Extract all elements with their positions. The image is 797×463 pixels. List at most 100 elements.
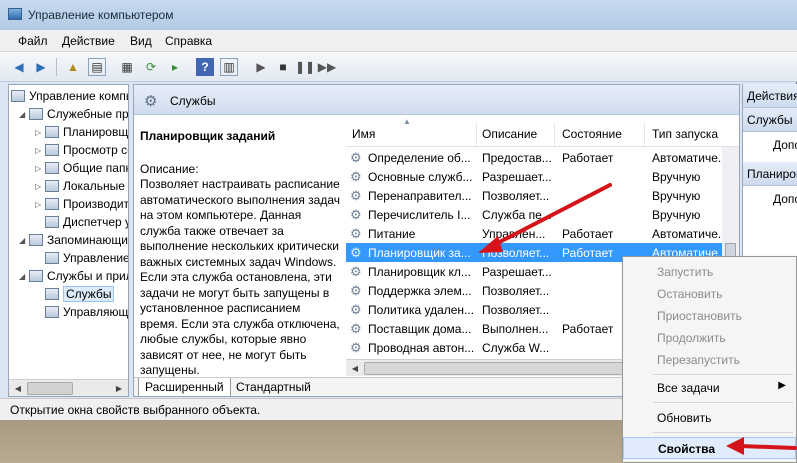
- collapse-icon[interactable]: ◢: [19, 272, 29, 281]
- description-panel: Планировщик заданий Описание: Позволяет …: [134, 115, 344, 378]
- menu-help[interactable]: Справка: [165, 34, 212, 48]
- menu-item-pause[interactable]: Приостановить: [623, 305, 796, 327]
- menu-item-refresh[interactable]: Обновить: [623, 407, 796, 429]
- tree-item-system-tools[interactable]: ◢Служебные программы: [19, 105, 128, 123]
- expand-icon[interactable]: ▷: [35, 128, 45, 137]
- gear-icon: ⚙: [350, 340, 362, 355]
- start-service-icon[interactable]: ▶: [252, 58, 270, 76]
- actions-section-scheduler[interactable]: Планировщик заданий: [743, 162, 797, 186]
- wmi-icon: [45, 306, 59, 318]
- menu-item-all-tasks[interactable]: Все задачи ▶: [623, 377, 796, 399]
- app-icon: [8, 8, 22, 20]
- expand-icon[interactable]: ▷: [35, 164, 45, 173]
- refresh-icon[interactable]: ⟳: [142, 58, 160, 76]
- tree-item-disk-management[interactable]: Управление дисками: [45, 249, 128, 267]
- description-label: Описание:: [140, 162, 199, 176]
- scroll-left-icon[interactable]: ◀: [348, 362, 362, 375]
- console-tree: Управление компьютером (локальным) ◢Служ…: [8, 84, 129, 397]
- column-separator[interactable]: [476, 123, 477, 147]
- table-row[interactable]: ⚙ Перечислитель I... Служба пе... Вручную: [346, 205, 726, 224]
- column-separator[interactable]: [554, 123, 555, 147]
- services-title: Службы: [170, 94, 216, 108]
- menu-view[interactable]: Вид: [130, 34, 152, 48]
- expand-icon[interactable]: ▷: [35, 182, 45, 191]
- table-row[interactable]: ⚙ Перенаправител... Позволяет... Вручную: [346, 186, 726, 205]
- gear-icon: ⚙: [350, 188, 362, 203]
- submenu-arrow-icon: ▶: [778, 380, 786, 391]
- tree-item-performance[interactable]: ▷Производительность: [35, 195, 128, 213]
- services-apps-icon: [29, 270, 43, 282]
- scroll-left-icon[interactable]: ◀: [11, 382, 25, 395]
- toolbar: ◀ ▶ ▲ ▤ ▦ ⟳ ▸ ? ▥ ▶ ■ ❚❚ ▶▶: [0, 52, 797, 82]
- table-row[interactable]: ⚙ Определение об... Предостав... Работает Ав…: [346, 148, 726, 167]
- sort-ascending-icon: ▲: [403, 117, 411, 126]
- tree-item-task-scheduler[interactable]: ▷Планировщик заданий: [35, 123, 128, 141]
- scroll-thumb[interactable]: [27, 382, 73, 395]
- window-title: Управление компьютером: [28, 8, 174, 22]
- help-icon[interactable]: ?: [196, 58, 214, 76]
- title-bar[interactable]: Управление компьютером: [0, 0, 797, 30]
- tree-item-local-users[interactable]: ▷Локальные пользователи: [35, 177, 128, 195]
- table-row[interactable]: ⚙ Основные служб... Разрешает... Вручную: [346, 167, 726, 186]
- column-state[interactable]: Состояние: [562, 127, 622, 141]
- tree-item-device-manager[interactable]: Диспетчер устройств: [45, 213, 128, 231]
- column-separator[interactable]: [644, 123, 645, 147]
- description-text: Позволяет настраивать расписание автомат…: [140, 177, 340, 377]
- table-row[interactable]: ⚙ Питание Управлен... Работает Автоматиче...: [346, 224, 726, 243]
- menu-bar: Файл Действие Вид Справка: [0, 30, 797, 52]
- console-tree-icon[interactable]: ▤: [88, 58, 106, 76]
- tree-item-services[interactable]: Службы: [45, 285, 115, 303]
- tree-item-services-apps[interactable]: ◢Службы и приложения: [19, 267, 128, 285]
- column-description[interactable]: Описание: [482, 127, 537, 141]
- collapse-icon[interactable]: ◢: [19, 110, 29, 119]
- services-header: ⚙ Службы: [134, 85, 739, 115]
- menu-action[interactable]: Действие: [62, 34, 115, 48]
- action-pane-icon[interactable]: ▥: [220, 58, 238, 76]
- menu-separator: [653, 374, 793, 375]
- tree-item-event-viewer[interactable]: ▷Просмотр событий: [35, 141, 128, 159]
- storage-icon: [29, 234, 43, 246]
- menu-item-resume[interactable]: Продолжить: [623, 327, 796, 349]
- forward-icon[interactable]: ▶: [32, 58, 50, 76]
- performance-icon: [45, 198, 59, 210]
- actions-more-services[interactable]: Дополнительные действия: [773, 138, 797, 152]
- context-menu: Запустить Остановить Приостановить Продо…: [622, 256, 797, 463]
- gear-icon: ⚙: [350, 207, 362, 222]
- gear-icon: ⚙: [350, 264, 362, 279]
- tree-item-root[interactable]: Управление компьютером (локальным): [11, 87, 128, 105]
- tab-standard[interactable]: Стандартный: [230, 378, 317, 396]
- gear-icon: ⚙: [350, 321, 362, 336]
- actions-section-services[interactable]: Службы: [743, 108, 797, 132]
- column-startup-type[interactable]: Тип запуска: [652, 127, 718, 141]
- tab-extended[interactable]: Расширенный: [138, 378, 231, 396]
- actions-more-scheduler[interactable]: Дополнительные действия: [773, 192, 797, 206]
- scroll-right-icon[interactable]: ▶: [112, 382, 126, 395]
- menu-item-properties[interactable]: Свойства: [623, 437, 796, 459]
- pause-service-icon[interactable]: ❚❚: [295, 58, 315, 76]
- expand-icon[interactable]: ▷: [35, 200, 45, 209]
- up-folder-icon[interactable]: ▲: [64, 58, 82, 76]
- stop-service-icon[interactable]: ■: [274, 58, 292, 76]
- collapse-icon[interactable]: ◢: [19, 236, 29, 245]
- tools-icon: [29, 108, 43, 120]
- gear-icon: ⚙: [350, 150, 362, 165]
- menu-item-restart[interactable]: Перезапустить: [623, 349, 796, 371]
- column-name[interactable]: Имя: [352, 127, 375, 141]
- export-list-icon[interactable]: ▸: [166, 58, 184, 76]
- device-manager-icon: [45, 216, 59, 228]
- tree-item-wmi[interactable]: Управляющий элемент WMI: [45, 303, 128, 321]
- tree-horizontal-scrollbar[interactable]: ◀ ▶: [9, 379, 128, 396]
- toolbar-separator: [56, 58, 57, 76]
- tree-item-storage[interactable]: ◢Запоминающие устройства: [19, 231, 128, 249]
- gear-icon: ⚙: [350, 302, 362, 317]
- menu-item-stop[interactable]: Остановить: [623, 283, 796, 305]
- back-icon[interactable]: ◀: [10, 58, 28, 76]
- expand-icon[interactable]: ▷: [35, 146, 45, 155]
- disk-icon: [45, 252, 59, 264]
- restart-service-icon[interactable]: ▶▶: [318, 58, 336, 76]
- properties-icon[interactable]: ▦: [118, 58, 136, 76]
- menu-file[interactable]: Файл: [18, 34, 48, 48]
- menu-item-start[interactable]: Запустить: [623, 261, 796, 283]
- tree-item-shared-folders[interactable]: ▷Общие папки: [35, 159, 128, 177]
- status-text: Открытие окна свойств выбранного объекта…: [10, 403, 261, 417]
